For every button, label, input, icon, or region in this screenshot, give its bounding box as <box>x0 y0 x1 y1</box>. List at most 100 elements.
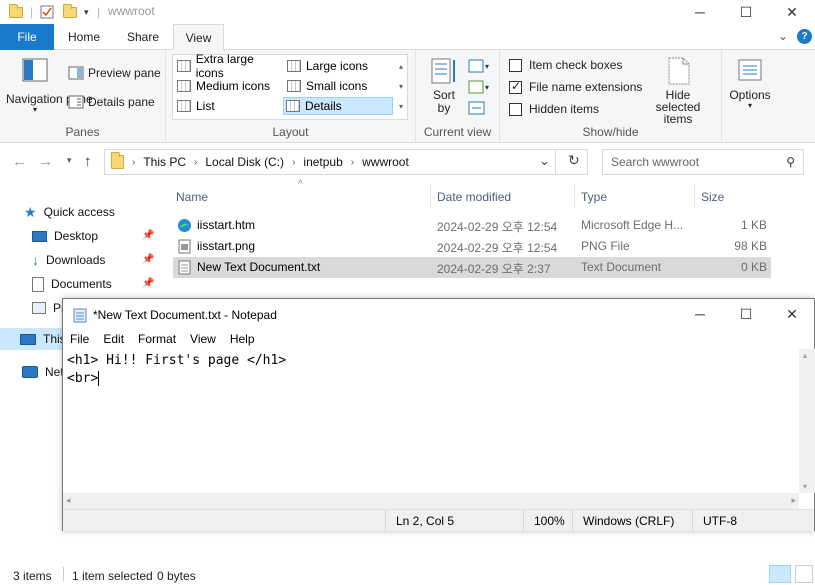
item-check-boxes-checkbox[interactable] <box>509 58 522 72</box>
layout-medium-icons[interactable]: Medium icons <box>175 77 283 95</box>
navigation-pane-icon <box>22 58 48 82</box>
layout-extra-large-icons[interactable]: Extra large icons <box>175 52 283 80</box>
item-count: 3 items <box>13 569 52 583</box>
sort-by-button[interactable]: Sort by <box>426 56 462 115</box>
address-bar-row: ← → ▾ ↑ › This PC › Local Disk (C:) › in… <box>0 143 815 181</box>
menu-format[interactable]: Format <box>131 330 183 349</box>
nav-downloads[interactable]: ↓ Downloads <box>32 249 105 271</box>
menu-view[interactable]: View <box>183 330 223 349</box>
column-header-size[interactable]: Size <box>701 190 724 204</box>
scroll-left-icon[interactable]: ◂ <box>66 495 71 506</box>
expand-ribbon-icon[interactable]: ⌄ <box>778 29 788 43</box>
recent-locations-icon[interactable]: ▾ <box>67 155 72 166</box>
customize-toolbar-icon[interactable]: ▾ <box>84 2 89 22</box>
search-icon: ⚲ <box>786 155 795 169</box>
breadcrumb-inetpub[interactable]: inetpub <box>303 155 342 169</box>
item-check-boxes-toggle[interactable]: Item check boxes <box>509 58 622 72</box>
nav-desktop[interactable]: Desktop <box>32 225 98 247</box>
preview-pane-button[interactable]: Preview pane <box>68 66 161 80</box>
nav-network[interactable]: Net <box>22 361 64 383</box>
column-header-name[interactable]: Name <box>176 190 208 204</box>
pin-icon[interactable]: 📌 <box>142 254 154 265</box>
hide-selected-items-icon <box>668 57 690 85</box>
file-row[interactable]: iisstart.png 2024-02-29 오후 12:54 PNG Fil… <box>173 236 771 257</box>
hidden-items-checkbox[interactable] <box>509 102 522 116</box>
notepad-menu-bar: File Edit Format View Help <box>63 330 814 349</box>
network-icon <box>22 366 38 378</box>
forward-arrow-icon[interactable]: → <box>38 153 53 170</box>
notepad-text-area[interactable]: <h1> Hi!! First's page </h1> <br> <box>63 349 799 493</box>
current-view-group: Sort by ▾ ▾ Current view <box>416 50 500 143</box>
menu-edit[interactable]: Edit <box>96 330 131 349</box>
group-by-icon[interactable]: ▾ <box>468 58 490 77</box>
tab-view[interactable]: View <box>173 24 224 51</box>
text-cursor <box>98 371 100 386</box>
horizontal-scrollbar[interactable]: ◂ ▸ <box>63 493 799 509</box>
layout-details[interactable]: Details <box>283 97 393 115</box>
layout-gallery: Extra large icons Large icons Medium ico… <box>172 52 408 120</box>
large-icons-icon <box>287 60 301 72</box>
maximize-button[interactable]: ☐ <box>723 0 769 24</box>
nav-pictures[interactable]: Pi <box>32 297 64 319</box>
search-input[interactable]: Search wwwroot ⚲ <box>602 149 804 175</box>
tab-share[interactable]: Share <box>118 24 168 50</box>
menu-file[interactable]: File <box>63 330 96 349</box>
close-button[interactable]: ✕ <box>769 0 815 24</box>
current-view-group-label: Current view <box>423 125 492 139</box>
layout-list[interactable]: List <box>175 97 283 115</box>
size-all-columns-icon[interactable] <box>468 100 486 119</box>
menu-help[interactable]: Help <box>223 330 262 349</box>
file-row[interactable]: New Text Document.txt 2024-02-29 오후 2:37… <box>173 257 771 278</box>
hide-selected-items-button[interactable]: Hide selected items <box>642 56 714 125</box>
address-dropdown-icon[interactable]: ⌄ <box>539 153 550 169</box>
text-file-icon <box>178 260 191 275</box>
scroll-down-icon[interactable]: ▾ <box>803 482 807 491</box>
nav-quick-access[interactable]: ★ Quick access <box>24 201 115 223</box>
vertical-scrollbar[interactable]: ▴ ▾ <box>799 349 815 493</box>
add-columns-icon[interactable]: ▾ <box>468 79 490 98</box>
notepad-close-button[interactable]: ✕ <box>769 302 815 326</box>
pin-icon[interactable]: 📌 <box>142 230 154 241</box>
layout-small-icons[interactable]: Small icons <box>285 77 397 95</box>
new-folder-icon[interactable] <box>63 2 77 22</box>
help-icon[interactable]: ? <box>797 29 812 44</box>
scroll-right-icon[interactable]: ▸ <box>791 495 796 506</box>
download-arrow-icon: ↓ <box>32 252 39 268</box>
file-name-extensions-toggle[interactable]: File name extensions <box>509 79 642 94</box>
nav-documents[interactable]: Documents <box>32 273 112 295</box>
up-arrow-icon[interactable]: ↑ <box>84 153 92 170</box>
address-bar[interactable]: › This PC › Local Disk (C:) › inetpub › … <box>104 149 588 175</box>
notepad-title-bar: *New Text Document.txt - Notepad ─ ☐ ✕ <box>63 299 814 330</box>
properties-icon[interactable] <box>40 2 54 22</box>
column-header-type[interactable]: Type <box>581 190 607 204</box>
tab-home[interactable]: Home <box>60 24 108 50</box>
breadcrumb-wwwroot[interactable]: wwwroot <box>362 155 409 169</box>
tab-file[interactable]: File <box>0 24 54 50</box>
file-name: New Text Document.txt <box>197 260 321 274</box>
minimize-button[interactable]: ─ <box>677 0 723 24</box>
large-icons-view-icon[interactable] <box>795 565 813 583</box>
hidden-items-toggle[interactable]: Hidden items <box>509 102 599 116</box>
layout-large-icons[interactable]: Large icons <box>285 57 397 75</box>
show-hide-group: Item check boxes File name extensions Hi… <box>500 50 722 143</box>
notepad-maximize-button[interactable]: ☐ <box>723 302 769 326</box>
refresh-icon[interactable]: ↻ <box>568 152 580 169</box>
column-header-date-modified[interactable]: Date modified <box>437 190 511 204</box>
details-pane-button[interactable]: Details pane <box>68 95 155 109</box>
breadcrumb-this-pc[interactable]: This PC <box>143 155 186 169</box>
hide-selected-items-label: Hide selected items <box>655 88 701 126</box>
scroll-up-icon[interactable]: ▴ <box>803 351 807 360</box>
details-view-icon[interactable] <box>769 565 791 583</box>
file-name-extensions-checkbox[interactable] <box>509 79 522 94</box>
pin-icon[interactable]: 📌 <box>142 278 154 289</box>
show-hide-group-label: Show/hide <box>582 125 639 139</box>
layout-scroll-buttons[interactable]: ▴ ▾ ▾ <box>399 57 403 117</box>
file-name: iisstart.png <box>197 239 256 253</box>
notepad-minimize-button[interactable]: ─ <box>677 302 723 326</box>
breadcrumb-local-disk[interactable]: Local Disk (C:) <box>205 155 284 169</box>
back-arrow-icon[interactable]: ← <box>12 153 27 170</box>
file-row[interactable]: iisstart.htm 2024-02-29 오후 12:54 Microso… <box>173 215 771 236</box>
options-button[interactable]: Options ▾ <box>726 56 774 110</box>
notepad-title: *New Text Document.txt - Notepad <box>93 308 277 322</box>
navigation-pane-button[interactable]: Navigation pane ▾ <box>6 56 93 114</box>
